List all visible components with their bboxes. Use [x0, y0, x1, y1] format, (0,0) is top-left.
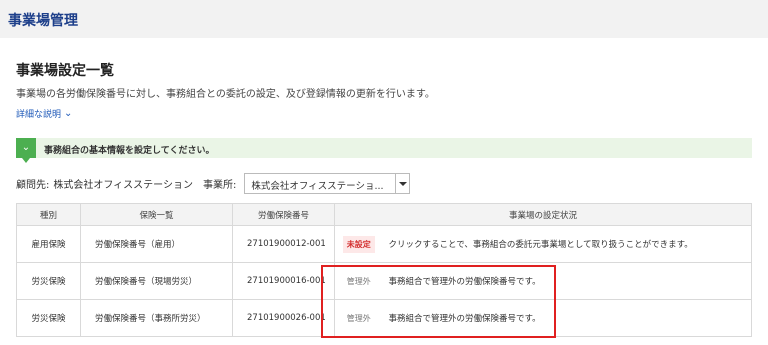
- header-status: 事業場の設定状況: [334, 203, 752, 226]
- status-badge-unset: 未設定: [342, 235, 375, 253]
- table-row[interactable]: 労災保険 労働保険番号（事務所労災） 27101900026-001 管理外 事…: [16, 299, 752, 337]
- cell-type: 雇用保険: [16, 225, 81, 263]
- cell-insurance: 労働保険番号（現場労災）: [80, 262, 233, 300]
- header-number: 労働保険番号: [232, 203, 335, 226]
- top-bar: 事業場管理: [0, 0, 768, 38]
- status-badge-unmanaged: 管理外: [346, 313, 371, 323]
- notice-badge-pointer: [22, 158, 30, 163]
- filter-bar: 顧問先: 株式会社オフィスステーション 事業所: 株式会社オフィスステーショ..…: [16, 172, 411, 194]
- office-select-value: 株式会社オフィスステーショ...: [251, 180, 384, 192]
- cell-type: 労災保険: [16, 262, 81, 300]
- notice-text: 事務組合の基本情報を設定してください。: [44, 146, 215, 156]
- cell-number: 27101900026-001: [232, 299, 335, 337]
- table-header-row: 種別 保険一覧 労働保険番号 事業場の設定状況: [16, 203, 752, 226]
- office-table: 種別 保険一覧 労働保険番号 事業場の設定状況 雇用保険 労働保険番号（雇用） …: [16, 203, 752, 337]
- select-dropdown-button[interactable]: [395, 173, 409, 193]
- cell-status: 事務組合で管理外の労働保険番号です。: [382, 299, 752, 337]
- office-label: 事業所:: [202, 179, 237, 191]
- cell-badge: 未設定: [334, 225, 383, 263]
- client-label: 顧問先:: [16, 179, 50, 191]
- header-type: 種別: [16, 203, 81, 226]
- header-insurance: 保険一覧: [80, 203, 233, 226]
- client-value: 株式会社オフィスステーション: [53, 179, 193, 191]
- cell-number: 27101900016-001: [232, 262, 335, 300]
- cell-number: 27101900012-001: [232, 225, 335, 263]
- cell-badge: 管理外: [334, 262, 383, 300]
- page-description: 事業場の各労働保険番号に対し、事務組合との委託の設定、及び登録情報の更新を行いま…: [16, 89, 435, 100]
- table-row[interactable]: 労災保険 労働保険番号（現場労災） 27101900016-001 管理外 事務…: [16, 262, 752, 300]
- details-link[interactable]: 詳細な説明 ⌄: [16, 107, 72, 120]
- chevron-down-icon: ⌄: [64, 108, 73, 119]
- cell-status: 事務組合で管理外の労働保険番号です。: [382, 262, 752, 300]
- cell-status[interactable]: クリックすることで、事務組合の委託元事業場として取り扱うことができます。: [382, 225, 752, 263]
- cell-insurance: 労働保険番号（雇用）: [80, 225, 233, 263]
- cell-badge: 管理外: [334, 299, 383, 337]
- notice-banner: ⌄ 事務組合の基本情報を設定してください。: [16, 138, 752, 163]
- page-title: 事業場設定一覧: [16, 63, 114, 79]
- status-badge-unmanaged: 管理外: [346, 276, 371, 286]
- table-row[interactable]: 雇用保険 労働保険番号（雇用） 27101900012-001 未設定 クリック…: [16, 225, 752, 263]
- app-title: 事業場管理: [8, 13, 78, 29]
- chevron-down-icon: ⌄: [16, 138, 36, 158]
- details-link-label: 詳細な説明: [16, 110, 62, 120]
- triangle-down-icon: [399, 181, 408, 186]
- cell-insurance: 労働保険番号（事務所労災）: [80, 299, 233, 337]
- office-select[interactable]: 株式会社オフィスステーショ...: [244, 172, 411, 194]
- cell-type: 労災保険: [16, 299, 81, 337]
